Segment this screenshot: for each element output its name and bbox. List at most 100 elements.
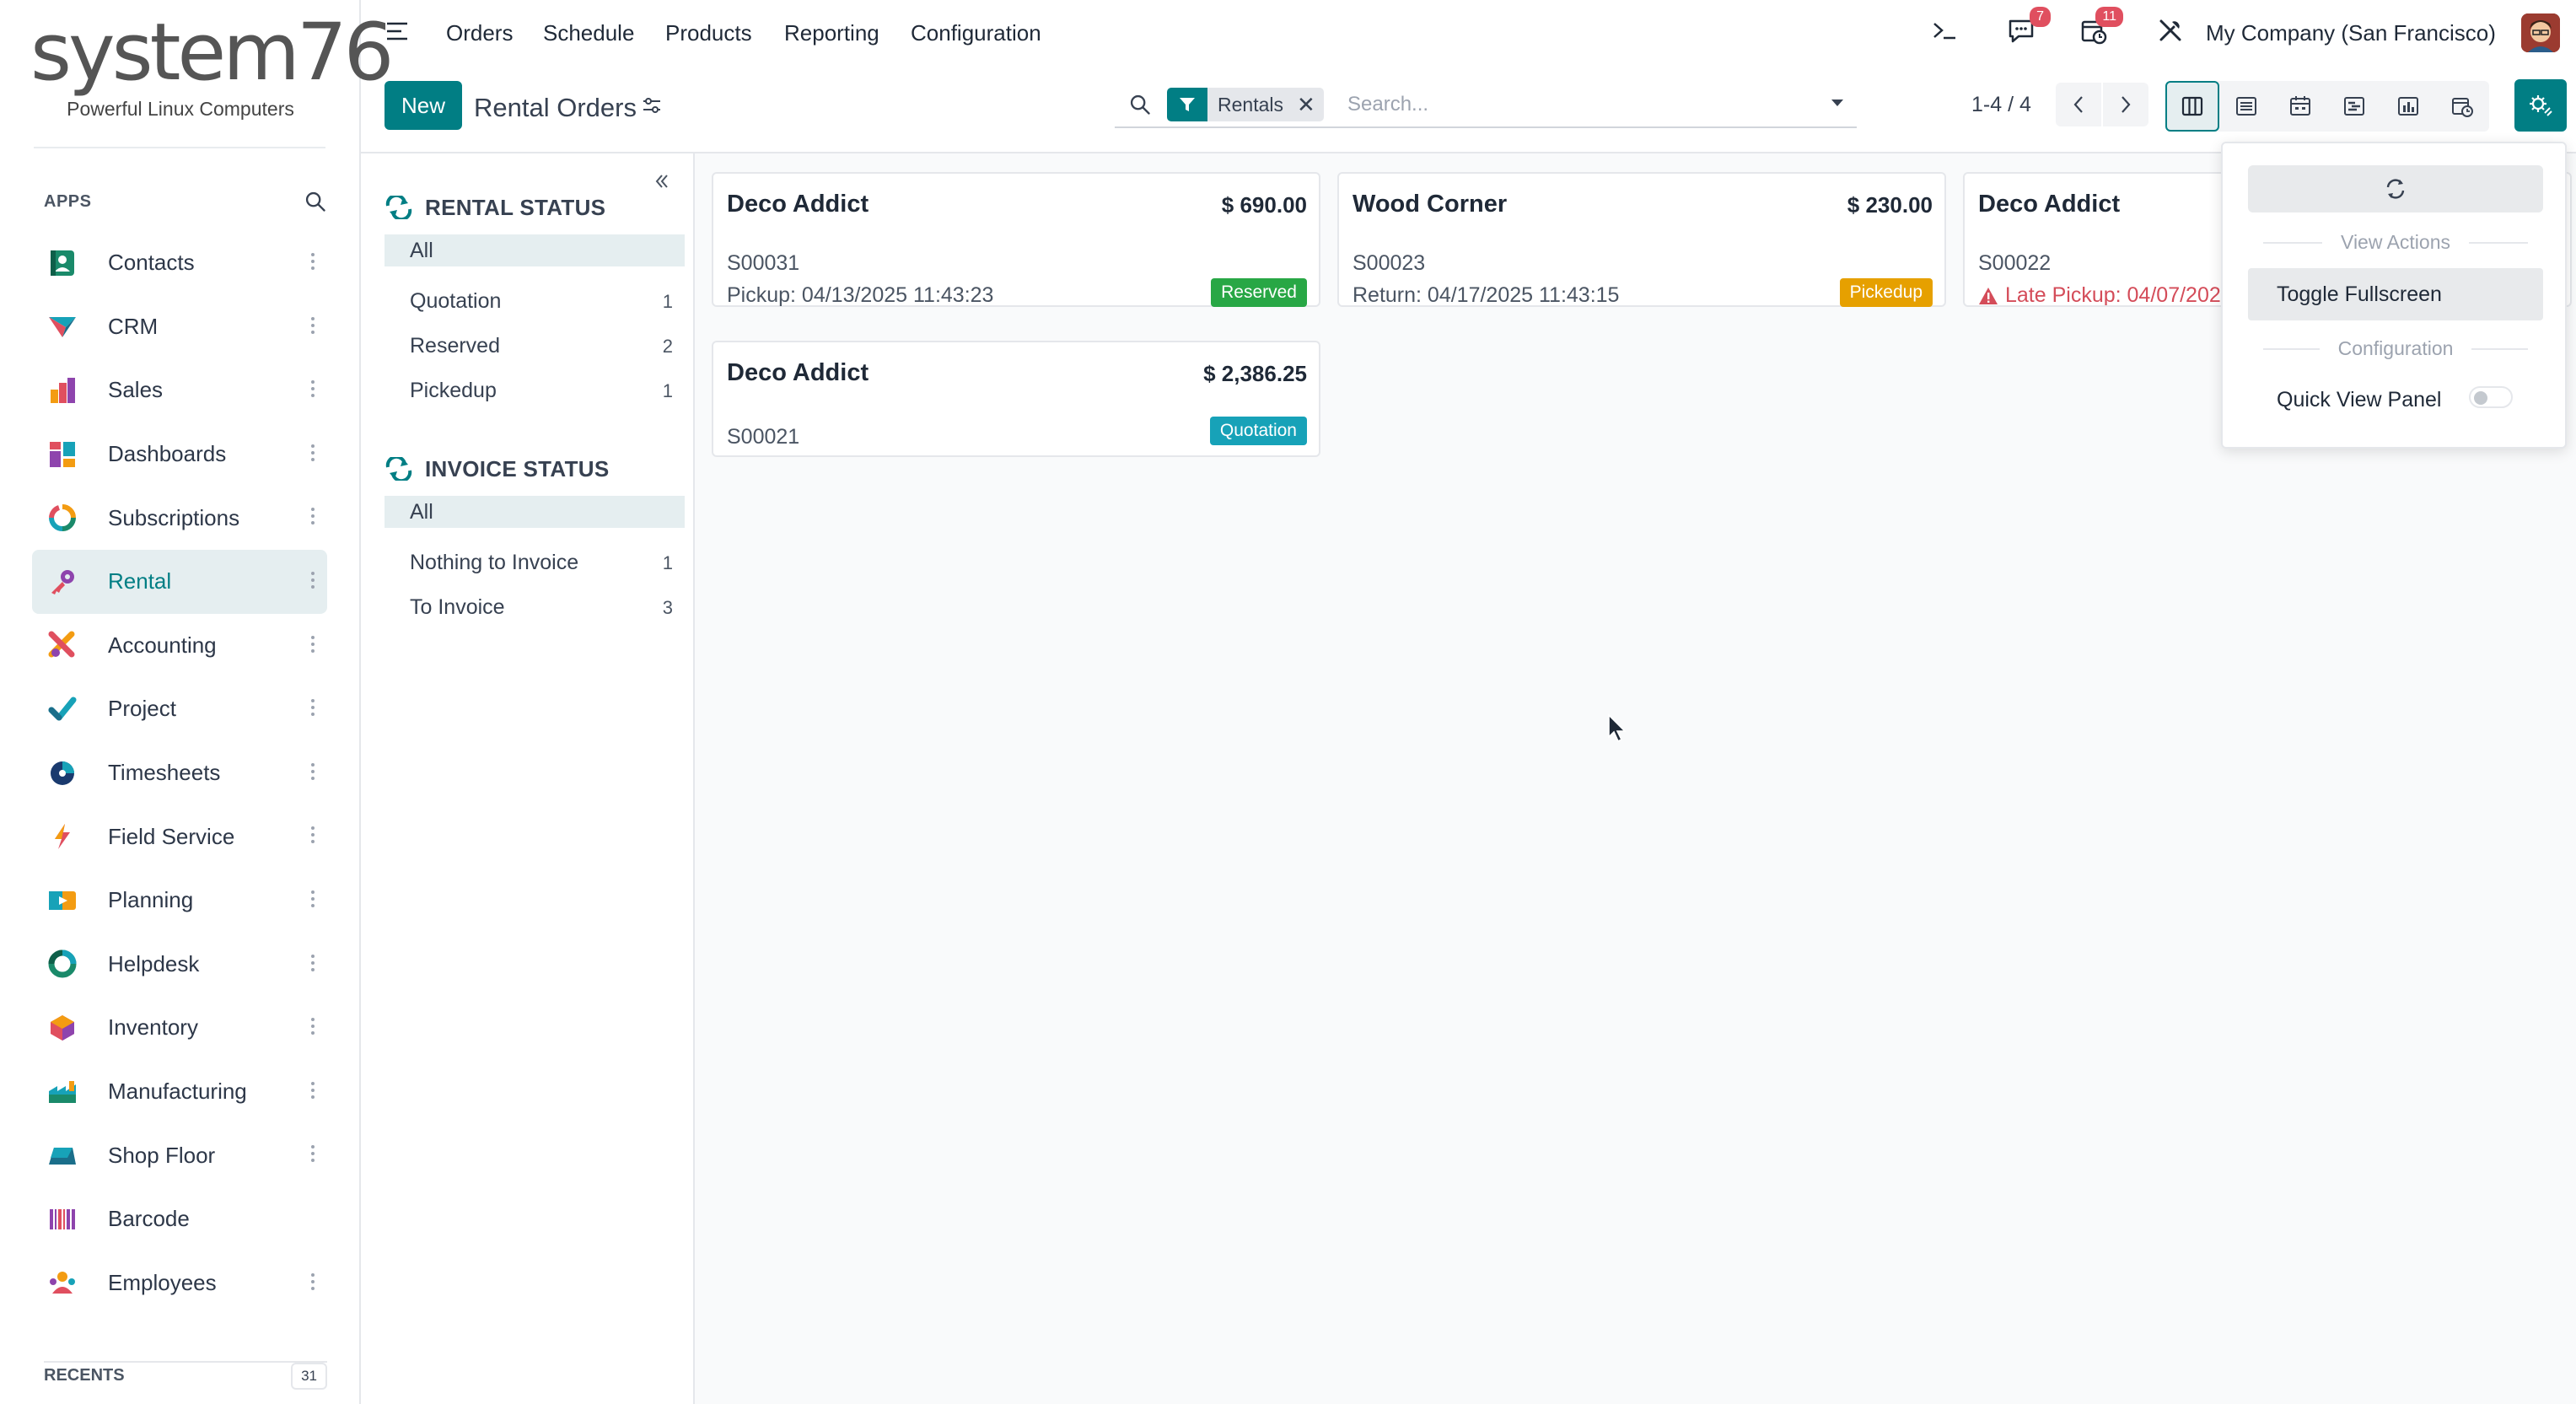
sidebar-item-label: Dashboards xyxy=(108,441,227,467)
pager-value[interactable]: 1-4 / 4 xyxy=(1971,93,2031,117)
sidebar-item-subscriptions[interactable]: Subscriptions xyxy=(32,486,327,550)
card-reference: S00022 xyxy=(1978,251,2052,275)
view-actions-dropdown: View Actions Toggle Fullscreen Configura… xyxy=(2221,142,2567,449)
filter-label: Quotation xyxy=(410,289,502,313)
messages-icon[interactable]: 7 xyxy=(2007,7,2051,50)
kebab-menu-icon[interactable] xyxy=(310,890,315,911)
kebab-menu-icon[interactable] xyxy=(310,1018,315,1038)
filter-label: Pickedup xyxy=(410,379,497,402)
sidebar-item-inventory[interactable]: Inventory xyxy=(32,996,327,1060)
reload-button[interactable] xyxy=(2248,165,2543,212)
sidebar-item-manufacturing[interactable]: Manufacturing xyxy=(32,1060,327,1124)
kebab-menu-icon[interactable] xyxy=(310,635,315,656)
filter-rental-reserved[interactable]: Reserved 2 xyxy=(385,324,685,368)
facet-label: Rentals xyxy=(1218,93,1283,116)
filter-invoice-all[interactable]: All xyxy=(385,496,685,528)
page-title[interactable]: Rental Orders xyxy=(474,93,637,123)
kanban-card[interactable]: Wood Corner $ 230.00 S00023 Return: 04/1… xyxy=(1337,172,1946,307)
invoice-status-section: INVOICE STATUS All Nothing to Invoice 1 T… xyxy=(385,452,685,630)
kebab-menu-icon[interactable] xyxy=(310,508,315,528)
nav-reporting[interactable]: Reporting xyxy=(784,20,879,46)
toggle-fullscreen-item[interactable]: Toggle Fullscreen xyxy=(2248,268,2543,320)
card-partner: Deco Addict xyxy=(727,191,869,218)
facet-remove-icon[interactable]: ✕ xyxy=(1297,92,1315,118)
sidebar-item-field-service[interactable]: Field Service xyxy=(32,804,327,869)
kebab-menu-icon[interactable] xyxy=(310,1081,315,1102)
kebab-menu-icon[interactable] xyxy=(310,380,315,401)
sidebar-item-project[interactable]: Project xyxy=(32,677,327,741)
filter-rental-quotation[interactable]: Quotation 1 xyxy=(385,279,685,324)
sidebar-item-label: Contacts xyxy=(108,250,195,276)
sync-icon xyxy=(385,457,413,481)
kebab-menu-icon[interactable] xyxy=(310,571,315,592)
kebab-menu-icon[interactable] xyxy=(310,444,315,465)
nav-schedule[interactable]: Schedule xyxy=(543,20,634,46)
kanban-card[interactable]: Deco Addict $ 2,386.25 S00021 Quotation xyxy=(712,341,1320,457)
company-switcher[interactable]: My Company (San Francisco) xyxy=(2206,20,2496,46)
kebab-menu-icon[interactable] xyxy=(310,316,315,337)
sidebar-item-employees[interactable]: Employees xyxy=(32,1251,327,1315)
filter-invoice-nothing[interactable]: Nothing to Invoice 1 xyxy=(385,541,685,585)
caret-down-icon[interactable] xyxy=(1830,98,1845,108)
kebab-menu-icon[interactable] xyxy=(310,1145,315,1165)
sidebar-item-helpdesk[interactable]: Helpdesk xyxy=(32,933,327,997)
sidebar-item-accounting[interactable]: Accounting xyxy=(32,614,327,678)
kebab-menu-icon[interactable] xyxy=(310,1272,315,1294)
list-view-icon[interactable] xyxy=(2219,81,2273,132)
sidebar-item-shop-floor[interactable]: Shop Floor xyxy=(32,1123,327,1187)
kanban-view-icon[interactable] xyxy=(2165,81,2219,132)
invoice-status-header: INVOICE STATUS xyxy=(385,452,685,486)
gantt-view-icon[interactable] xyxy=(2327,81,2381,132)
apps-header: APPS xyxy=(44,190,327,215)
nav-products[interactable]: Products xyxy=(665,20,752,46)
search-icon[interactable] xyxy=(1128,93,1152,116)
hamburger-menu-icon[interactable] xyxy=(385,19,410,44)
activity-view-icon[interactable] xyxy=(2435,81,2489,132)
sidebar-item-crm[interactable]: CRM xyxy=(32,295,327,359)
view-actions-cog-button[interactable] xyxy=(2514,79,2567,132)
pager-next-button[interactable] xyxy=(2103,83,2148,126)
user-avatar[interactable] xyxy=(2521,13,2560,52)
control-panel: New Rental Orders Rentals ✕ 1-4 / 4 xyxy=(361,66,2576,153)
activities-icon[interactable]: 11 xyxy=(2079,7,2123,50)
sidebar-item-sales[interactable]: Sales xyxy=(32,358,327,422)
rental-status-section: RENTAL STATUS All Quotation 1 Reserved 2 P… xyxy=(385,191,685,413)
filter-rental-all[interactable]: All xyxy=(385,234,685,266)
filter-rental-pickedup[interactable]: Pickedup 1 xyxy=(385,368,685,413)
view-actions-label: View Actions xyxy=(2341,231,2450,253)
search-bar[interactable]: Rentals ✕ xyxy=(1115,81,1857,128)
kebab-menu-icon[interactable] xyxy=(310,762,315,783)
graph-view-icon[interactable] xyxy=(2381,81,2435,132)
kanban-card[interactable]: Deco Addict $ 690.00 S00031 Pickup: 04/1… xyxy=(712,172,1320,307)
field-service-icon xyxy=(46,820,79,853)
sidebar-item-rental[interactable]: Rental xyxy=(32,549,327,614)
kebab-menu-icon[interactable] xyxy=(310,253,315,273)
sidebar-item-timesheets[interactable]: Timesheets xyxy=(32,741,327,805)
terminal-icon[interactable] xyxy=(1931,17,1958,48)
nav-configuration[interactable]: Configuration xyxy=(911,20,1041,46)
sidebar-item-contacts[interactable]: Contacts xyxy=(32,231,327,295)
planning-icon xyxy=(46,884,79,917)
sidebar-item-planning[interactable]: Planning xyxy=(32,869,327,933)
settings-gear-icon[interactable] xyxy=(641,94,663,116)
kebab-menu-icon[interactable] xyxy=(310,954,315,975)
search-icon[interactable] xyxy=(304,190,327,213)
filter-invoice-to-invoice[interactable]: To Invoice 3 xyxy=(385,585,685,630)
kebab-menu-icon[interactable] xyxy=(310,699,315,719)
calendar-view-icon[interactable] xyxy=(2273,81,2327,132)
apps-title: APPS xyxy=(44,192,92,211)
pager-previous-button[interactable] xyxy=(2056,83,2101,126)
new-button[interactable]: New xyxy=(385,81,462,130)
sidebar-item-dashboards[interactable]: Dashboards xyxy=(32,422,327,487)
filter-count: 1 xyxy=(662,551,673,573)
sidebar-item-barcode[interactable]: Barcode xyxy=(32,1187,327,1251)
collapse-panel-icon[interactable] xyxy=(653,172,671,191)
kebab-menu-icon[interactable] xyxy=(310,826,315,847)
filter-label: To Invoice xyxy=(410,595,505,619)
brand-logo[interactable]: system76 Powerful Linux Computers xyxy=(0,0,394,148)
search-input[interactable] xyxy=(1347,86,1803,123)
tools-icon[interactable] xyxy=(2157,17,2184,48)
quick-view-panel-toggle[interactable] xyxy=(2469,386,2513,408)
nav-orders[interactable]: Orders xyxy=(446,20,513,46)
employees-icon xyxy=(46,1266,79,1299)
